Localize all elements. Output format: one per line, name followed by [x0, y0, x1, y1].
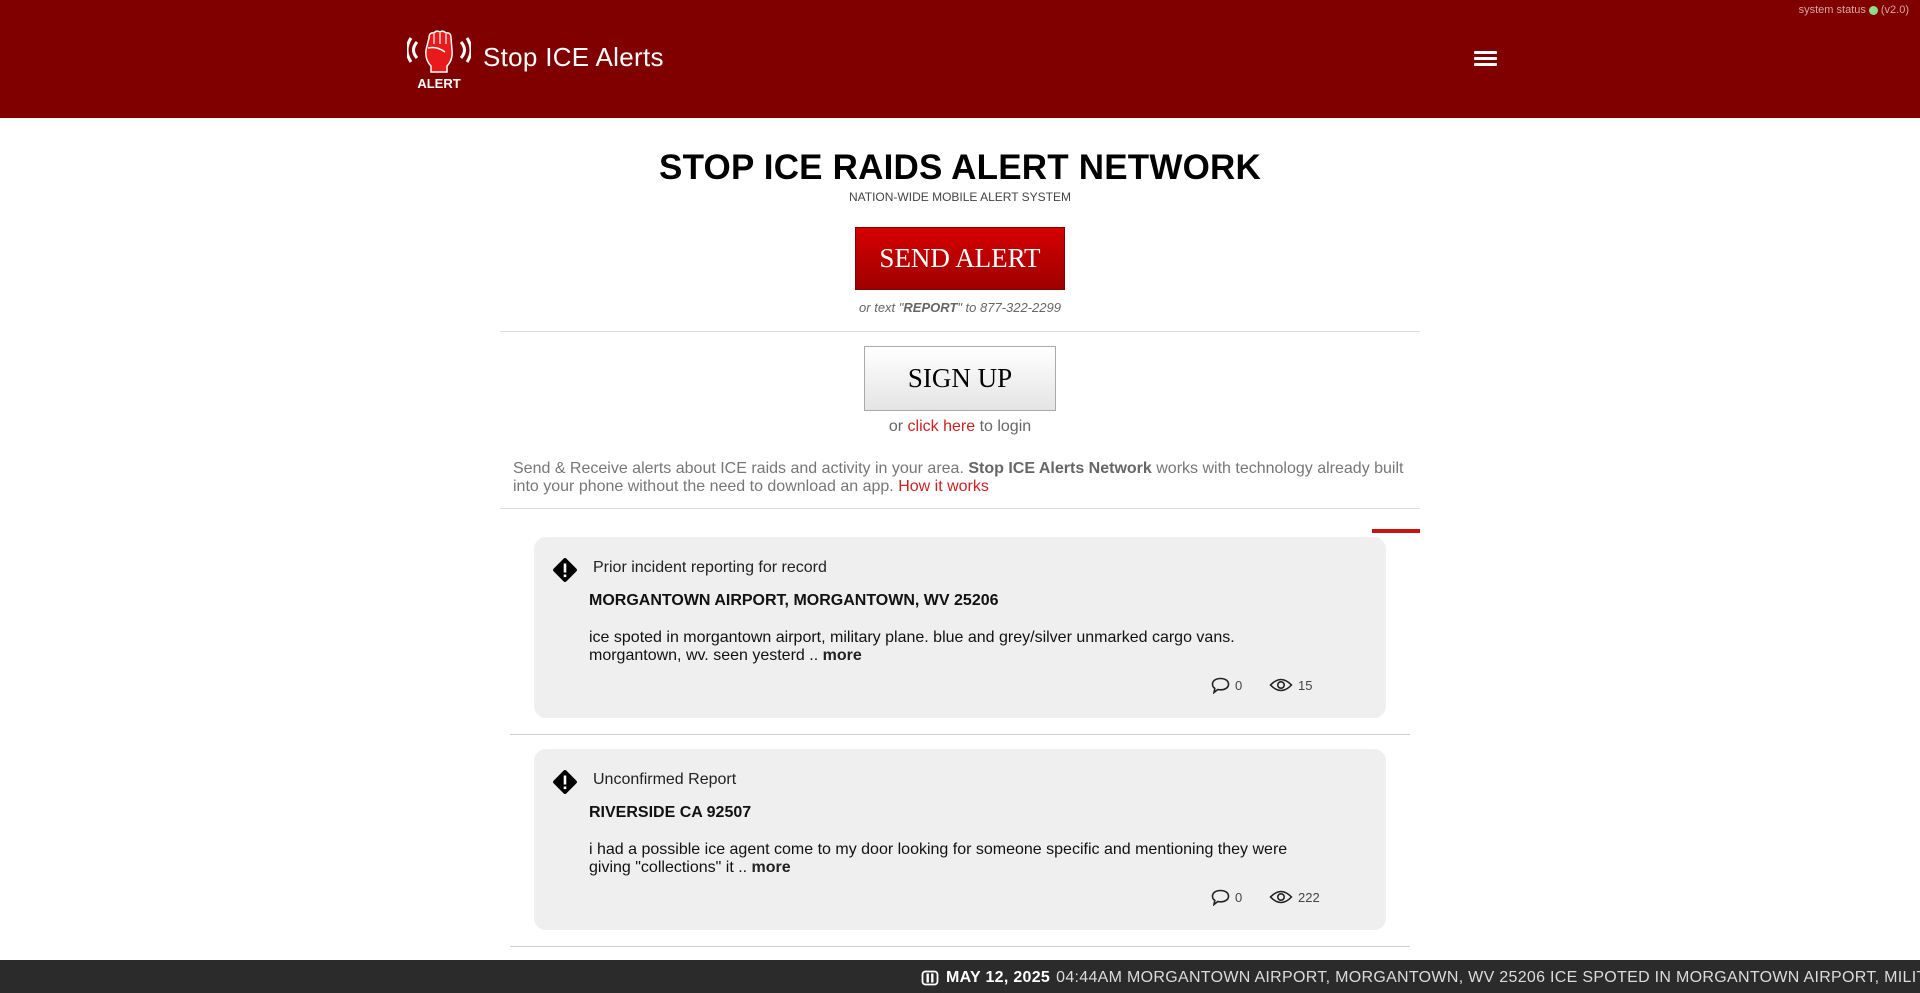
comment-bubble-icon [1211, 889, 1230, 906]
system-status-dot-icon [1868, 5, 1878, 15]
alert-location: MORGANTOWN AIRPORT, MORGANTOWN, WV 25206 [589, 592, 999, 609]
send-alert-button[interactable]: SEND ALERT [855, 227, 1065, 290]
divider [500, 331, 1420, 332]
ticker-text: 04:44AM MORGANTOWN AIRPORT, MORGANTOWN, … [1056, 969, 1920, 986]
sign-up-button[interactable]: SIGN UP [864, 346, 1056, 411]
more-link[interactable]: more [823, 647, 862, 664]
divider [500, 508, 1420, 509]
ticker-date: MAY 12, 2025 [946, 969, 1051, 986]
more-link[interactable]: more [752, 859, 791, 876]
page-subtitle: NATION-WIDE MOBILE ALERT SYSTEM [848, 190, 1072, 204]
system-status[interactable]: system status (v2.0) [1799, 4, 1909, 16]
system-status-label: system status [1798, 4, 1866, 16]
active-tab-indicator [1372, 529, 1420, 533]
warning-diamond-icon [553, 558, 577, 582]
network-name: Stop ICE Alerts Network [968, 460, 1152, 477]
view-count: 15 [1269, 677, 1312, 693]
ticker-icon [921, 970, 939, 986]
alert-description: ice spoted in morgantown airport, milita… [589, 629, 1235, 664]
site-header: system status (v2.0) ALERT Stop ICE Aler… [0, 0, 1920, 118]
raised-fist-icon[interactable]: ALERT [407, 28, 471, 90]
alert-card[interactable]: Unconfirmed Report RIVERSIDE CA 92507 i … [534, 749, 1386, 930]
svg-text:ALERT: ALERT [417, 76, 460, 90]
eye-icon [1269, 890, 1293, 904]
alert-type: Prior incident reporting for record [593, 559, 827, 576]
alert-type: Unconfirmed Report [593, 771, 737, 788]
text-report-instructions: or text "REPORT" to 877-322-2299 [859, 300, 1061, 315]
report-keyword: REPORT [903, 300, 958, 315]
login-link[interactable]: click here [908, 418, 976, 435]
version-label: (v2.0) [1880, 4, 1909, 16]
login-line: or click here to login [888, 418, 1032, 435]
news-ticker[interactable]: MAY 12, 2025 04:44AM MORGANTOWN AIRPORT,… [0, 960, 1920, 993]
comment-count[interactable]: 0 [1211, 677, 1242, 694]
alert-location: RIVERSIDE CA 92507 [589, 804, 752, 821]
divider [510, 946, 1410, 947]
alert-card[interactable]: Prior incident reporting for record MORG… [534, 537, 1386, 718]
divider [510, 734, 1410, 735]
hamburger-menu-icon[interactable] [1474, 51, 1497, 67]
comment-bubble-icon [1211, 677, 1230, 694]
how-it-works-link[interactable]: How it works [898, 478, 989, 495]
warning-diamond-icon [553, 770, 577, 794]
view-count: 222 [1269, 889, 1320, 905]
eye-icon [1269, 678, 1293, 692]
comment-count[interactable]: 0 [1211, 889, 1242, 906]
page-title: STOP ICE RAIDS ALERT NETWORK [659, 148, 1261, 187]
alert-description: i had a possible ice agent come to my do… [589, 841, 1288, 876]
brand-title[interactable]: Stop ICE Alerts [483, 42, 664, 73]
intro-text: Send & Receive alerts about ICE raids an… [513, 460, 1404, 495]
